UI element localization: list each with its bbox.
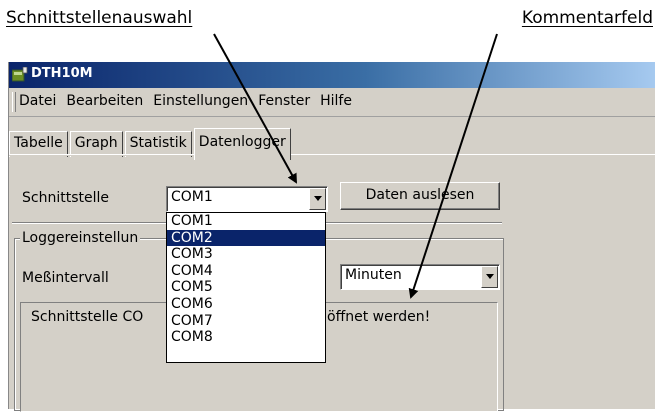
app-icon: [12, 67, 28, 82]
menu-grip: [12, 92, 16, 112]
menu-edit[interactable]: Bearbeiten: [66, 93, 143, 109]
tab-datalogger[interactable]: Datenlogger: [193, 128, 291, 160]
tab-panel-edge: [9, 154, 655, 156]
window-title: DTH10M: [31, 66, 93, 81]
tab-strip: Tabelle Graph Statistik Datenlogger: [9, 128, 293, 160]
chevron-down-icon[interactable]: [309, 188, 326, 210]
interface-label: Schnittstelle: [22, 190, 109, 206]
logger-settings-label: Loggereinstellun: [20, 230, 141, 246]
annotation-interface-selection: Schnittstellenauswahl: [6, 8, 193, 28]
dropdown-option-com4[interactable]: COM4: [167, 263, 325, 280]
interval-unit-value: Minuten: [345, 267, 402, 283]
interface-select-value: COM1: [171, 189, 213, 205]
interval-label: Meßintervall: [22, 270, 109, 286]
menu-window[interactable]: Fenster: [258, 93, 310, 109]
interval-unit-select[interactable]: Minuten: [340, 264, 500, 290]
title-bar[interactable]: DTH10M: [9, 62, 655, 88]
menu-bar: Datei Bearbeiten Einstellungen Fenster H…: [9, 88, 655, 117]
dropdown-option-com7[interactable]: COM7: [167, 313, 325, 330]
dropdown-option-com3[interactable]: COM3: [167, 246, 325, 263]
interface-dropdown-list[interactable]: COM1 COM2 COM3 COM4 COM5 COM6 COM7 COM8: [166, 212, 326, 363]
dropdown-option-com5[interactable]: COM5: [167, 279, 325, 296]
comment-text-left: Schnittstelle CO: [31, 309, 144, 325]
dropdown-option-com2[interactable]: COM2: [167, 229, 325, 247]
comment-text-right: öffnet werden!: [327, 309, 431, 325]
chevron-down-icon[interactable]: [481, 266, 498, 288]
interface-select[interactable]: COM1: [166, 186, 328, 212]
dropdown-option-com1[interactable]: COM1: [167, 213, 325, 230]
read-data-button[interactable]: Daten auslesen: [340, 182, 500, 210]
menu-help[interactable]: Hilfe: [320, 93, 352, 109]
annotation-comment-field: Kommentarfeld: [521, 8, 653, 28]
menu-settings[interactable]: Einstellungen: [153, 93, 248, 109]
menu-file[interactable]: Datei: [19, 93, 56, 109]
dropdown-option-com8[interactable]: COM8: [167, 329, 325, 346]
dropdown-option-com6[interactable]: COM6: [167, 296, 325, 313]
